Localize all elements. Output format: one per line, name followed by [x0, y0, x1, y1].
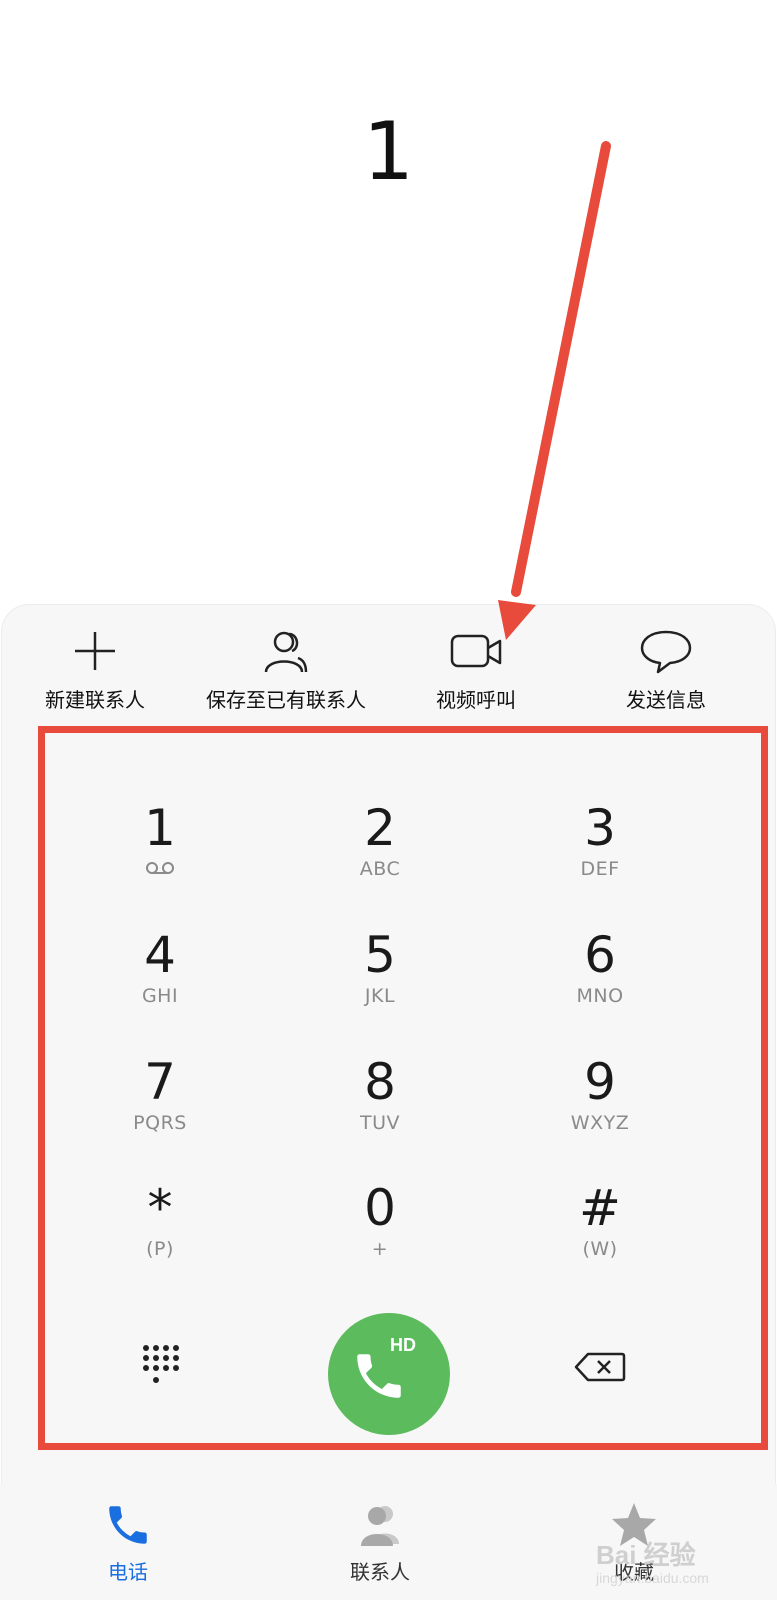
new-contact-label: 新建联系人 — [45, 688, 145, 712]
send-message-label: 发送信息 — [626, 688, 706, 712]
key-letters: GHI — [141, 985, 179, 1007]
speech-bubble-icon — [640, 630, 692, 674]
key-hash[interactable]: # (W) — [510, 1180, 690, 1290]
key-digit: 9 — [584, 1053, 616, 1111]
key-digit: 4 — [144, 926, 176, 984]
save-to-existing-contact-action[interactable]: 保存至已有联系人 — [196, 628, 376, 713]
key-star[interactable]: * (P) — [70, 1180, 250, 1290]
person-group-icon — [264, 631, 308, 673]
nav-tab-phone[interactable]: 电话 — [48, 1500, 208, 1585]
key-5[interactable]: 5 JKL — [290, 927, 470, 1037]
key-digit: 1 — [144, 799, 176, 857]
watermark-text: Bai 经验 — [596, 1540, 696, 1570]
key-digit: 3 — [584, 799, 616, 857]
key-7[interactable]: 7 PQRS — [70, 1054, 250, 1164]
key-digit: 8 — [364, 1053, 396, 1111]
voicemail-icon — [146, 862, 174, 874]
key-letters: + — [371, 1238, 389, 1260]
key-letters: WXYZ — [570, 1112, 630, 1134]
key-letters: (W) — [582, 1238, 618, 1260]
key-digit: 6 — [584, 926, 616, 984]
key-letters: JKL — [364, 985, 396, 1007]
video-call-action[interactable]: 视频呼叫 — [386, 628, 566, 713]
phone-icon — [109, 1506, 147, 1544]
key-letters: DEF — [580, 858, 620, 880]
video-camera-icon — [450, 634, 502, 668]
key-letters: (P) — [146, 1238, 174, 1260]
key-0[interactable]: 0 + — [290, 1180, 470, 1290]
key-3[interactable]: 3 DEF — [510, 800, 690, 910]
contacts-icon — [361, 1506, 399, 1546]
key-letters: ABC — [359, 858, 401, 880]
key-letters: MNO — [576, 985, 624, 1007]
plus-icon — [75, 632, 115, 670]
key-digit: 7 — [144, 1053, 176, 1111]
call-button[interactable]: HD — [328, 1313, 450, 1435]
key-1[interactable]: 1 — [70, 800, 250, 910]
key-4[interactable]: 4 GHI — [70, 927, 250, 1037]
key-digit: * — [147, 1179, 173, 1237]
key-8[interactable]: 8 TUV — [290, 1054, 470, 1164]
save-to-existing-contact-label: 保存至已有联系人 — [206, 688, 366, 712]
video-call-label: 视频呼叫 — [436, 688, 516, 712]
key-digit: 0 — [364, 1179, 396, 1237]
nav-tab-contacts[interactable]: 联系人 — [300, 1500, 460, 1585]
key-digit: # — [579, 1179, 621, 1237]
nav-label-contacts: 联系人 — [350, 1560, 410, 1584]
backspace-icon[interactable] — [574, 1352, 626, 1382]
hd-badge: HD — [390, 1335, 416, 1355]
send-message-action[interactable]: 发送信息 — [576, 628, 756, 713]
key-digit: 5 — [364, 926, 396, 984]
key-6[interactable]: 6 MNO — [510, 927, 690, 1037]
key-letters: PQRS — [133, 1112, 187, 1134]
watermark-subtext: jingyan.baidu.com — [596, 1570, 709, 1586]
key-9[interactable]: 9 WXYZ — [510, 1054, 690, 1164]
quick-actions-bar: 新建联系人 保存至已有联系人 视频呼叫 发送信息 — [0, 628, 777, 724]
dialed-number: 1 — [363, 105, 414, 198]
key-2[interactable]: 2 ABC — [290, 800, 470, 910]
nav-label-phone: 电话 — [108, 1560, 148, 1584]
key-digit: 2 — [364, 799, 396, 857]
new-contact-action[interactable]: 新建联系人 — [5, 628, 185, 713]
key-letters: TUV — [359, 1112, 400, 1134]
dialpad-toggle-icon[interactable] — [140, 1342, 180, 1390]
